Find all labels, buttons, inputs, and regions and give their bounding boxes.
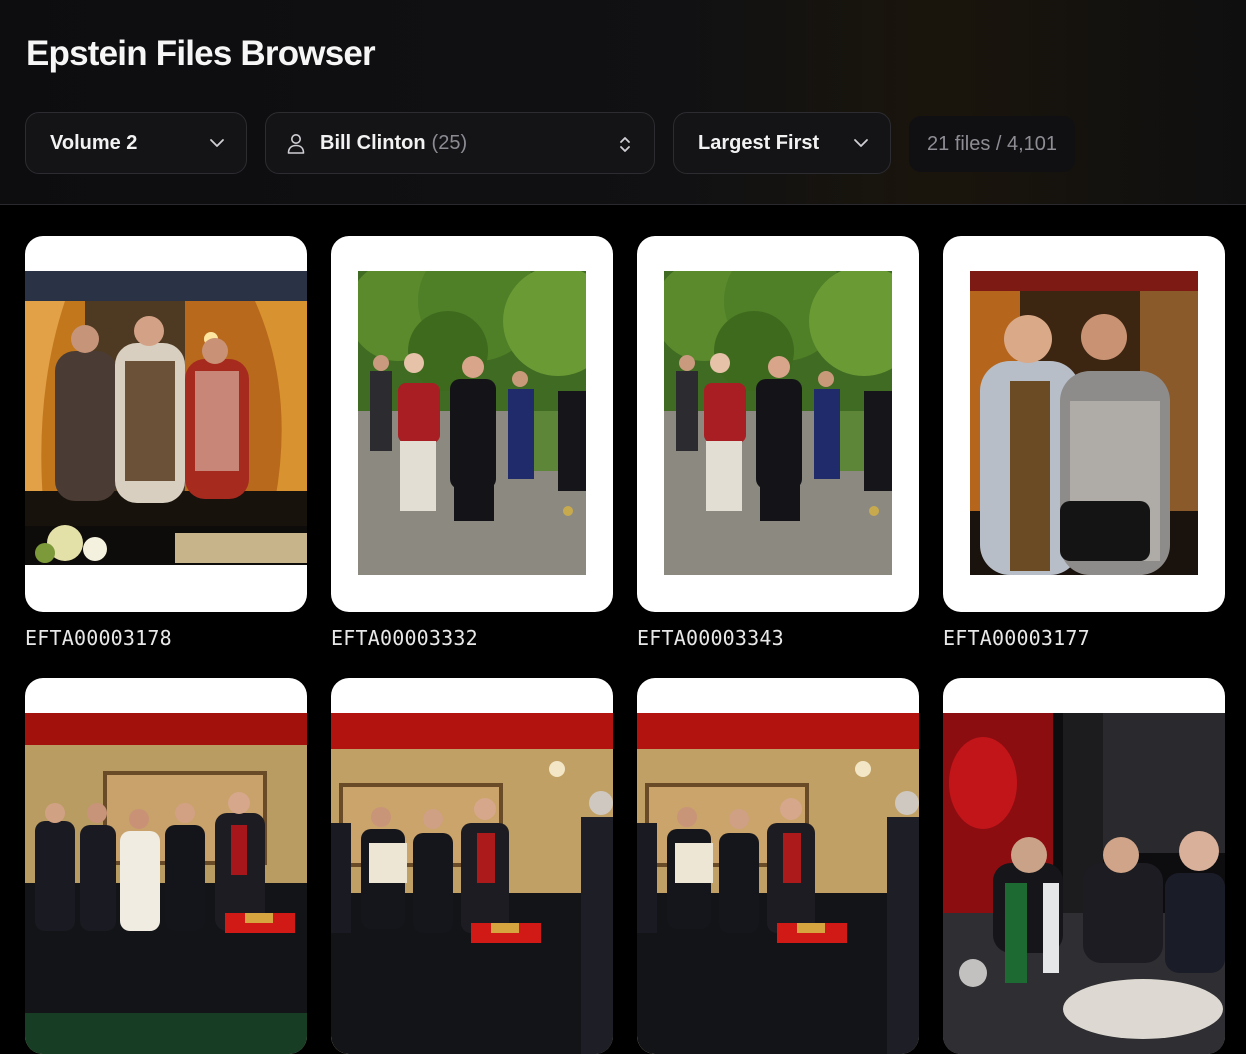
file-count-badge: 21 files / 4,101: [909, 116, 1075, 172]
file-card[interactable]: EFTA00003332: [331, 236, 613, 650]
photo-meeting-room: [331, 713, 613, 1054]
page-title: Epstein Files Browser: [26, 34, 376, 73]
volume-select-label: Volume 2: [50, 131, 138, 154]
chevron-down-icon: [210, 139, 224, 147]
file-card[interactable]: [25, 678, 307, 1054]
file-id: EFTA00003332: [331, 626, 478, 650]
file-card[interactable]: [637, 678, 919, 1054]
file-card[interactable]: EFTA00003177: [943, 236, 1225, 650]
file-thumbnail[interactable]: [637, 236, 919, 612]
photo-party-two: [970, 271, 1198, 575]
person-select[interactable]: Bill Clinton (25): [265, 112, 655, 174]
file-thumbnail[interactable]: [943, 236, 1225, 612]
chevron-down-icon: [854, 139, 868, 147]
photo-meeting-room: [637, 713, 919, 1054]
app-header: Epstein Files Browser Volume 2 Bill Clin…: [0, 0, 1246, 205]
file-thumbnail[interactable]: [25, 236, 307, 612]
photo-meeting-room: [25, 713, 307, 1054]
file-thumbnail[interactable]: [637, 678, 919, 1054]
photo-park-walk: [358, 271, 586, 575]
file-thumbnail[interactable]: [25, 678, 307, 1054]
file-id: EFTA00003177: [943, 626, 1090, 650]
file-card[interactable]: EFTA00003178: [25, 236, 307, 650]
file-thumbnail[interactable]: [331, 678, 613, 1054]
file-id: EFTA00003178: [25, 626, 172, 650]
user-icon: [287, 134, 305, 154]
file-card[interactable]: EFTA00003343: [637, 236, 919, 650]
file-card[interactable]: [331, 678, 613, 1054]
file-grid: EFTA00003178 EFTA00003332 EFTA00003343 E…: [0, 205, 1246, 1054]
sort-select-label: Largest First: [698, 131, 820, 154]
file-thumbnail[interactable]: [331, 236, 613, 612]
file-thumbnail[interactable]: [943, 678, 1225, 1054]
volume-select[interactable]: Volume 2: [25, 112, 247, 174]
person-name: Bill Clinton: [320, 131, 426, 154]
file-card[interactable]: [943, 678, 1225, 1054]
file-id: EFTA00003343: [637, 626, 784, 650]
sort-select[interactable]: Largest First: [673, 112, 891, 174]
chevron-up-down-icon: [620, 137, 630, 152]
photo-park-walk: [664, 271, 892, 575]
photo-dinner: [943, 713, 1225, 1054]
person-count: (25): [431, 131, 468, 154]
photo-party-curtains: [25, 271, 307, 565]
